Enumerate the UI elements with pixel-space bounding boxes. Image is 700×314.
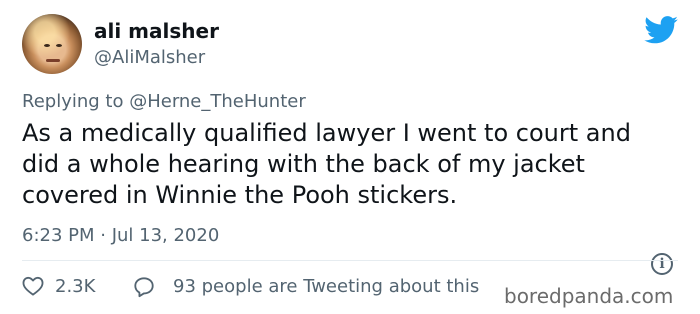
tweet-text-line: did a whole hearing with the back of my …: [22, 150, 585, 178]
tweeting-about-link[interactable]: 93 people are Tweeting about this: [173, 276, 479, 297]
tweet-text-line: covered in Winnie the Pooh stickers.: [22, 181, 458, 209]
speech-bubble-icon[interactable]: [133, 276, 155, 298]
display-name[interactable]: ali malsher: [94, 19, 219, 43]
replying-to-label: Replying to: [22, 91, 130, 112]
info-icon[interactable]: i: [651, 253, 673, 275]
avatar-mouth: [46, 59, 60, 62]
watermark: boredpanda.com: [504, 284, 674, 308]
tweet-timestamp[interactable]: 6:23 PM · Jul 13, 2020: [22, 225, 219, 246]
tweet-text-line: As a medically qualified lawyer I went t…: [22, 119, 631, 147]
twitter-bird-icon[interactable]: [644, 16, 678, 44]
avatar-eye-left: [44, 44, 50, 47]
avatar-eye-right: [56, 44, 62, 47]
avatar-highlight: [22, 14, 82, 74]
tweet-text: As a medically qualified lawyer I went t…: [22, 118, 662, 211]
avatar[interactable]: [22, 14, 82, 74]
reply-mention-link[interactable]: @Herne_TheHunter: [129, 91, 306, 112]
tweet-card: ali malsher @AliMalsher Replying to @Her…: [0, 0, 700, 314]
divider: [22, 260, 678, 261]
like-count[interactable]: 2.3K: [55, 276, 95, 297]
heart-icon[interactable]: [22, 276, 44, 296]
replying-to-line: Replying to @Herne_TheHunter: [22, 91, 306, 112]
user-handle[interactable]: @AliMalsher: [94, 47, 205, 68]
